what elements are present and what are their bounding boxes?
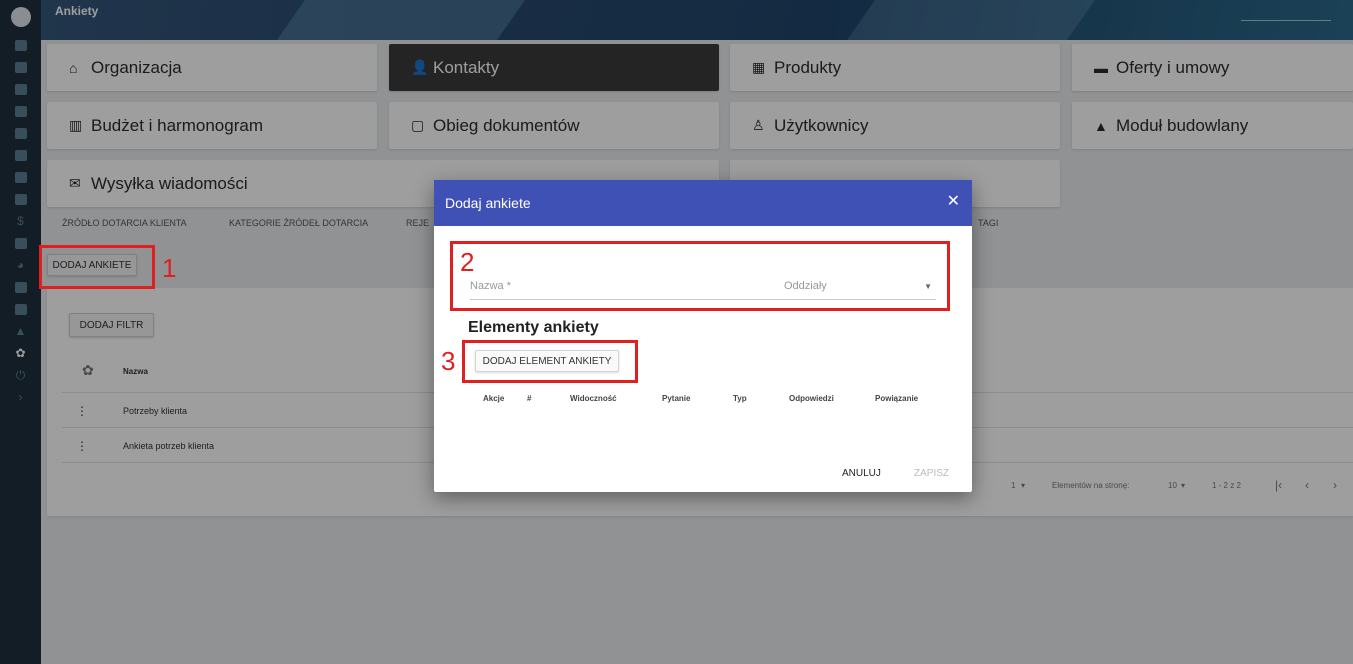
- column-header-question: Pytanie: [662, 394, 691, 403]
- column-header-answers: Odpowiedzi: [789, 394, 834, 403]
- add-survey-dialog: Dodaj ankiete ✕ Nazwa * Oddziały ▼ Eleme…: [434, 180, 972, 492]
- column-header-number: #: [527, 394, 532, 403]
- dialog-title: Dodaj ankiete: [445, 195, 531, 211]
- annotation-number-3: 3: [441, 346, 456, 376]
- annotation-box-1: [39, 245, 155, 289]
- annotation-box-2: [450, 241, 950, 311]
- dialog-header: Dodaj ankiete ✕: [434, 180, 972, 226]
- column-header-type: Typ: [733, 394, 747, 403]
- annotation-box-3: [462, 340, 638, 383]
- column-header-actions: Akcje: [483, 394, 505, 403]
- section-title: Elementy ankiety: [468, 319, 599, 336]
- cancel-button[interactable]: ANULUJ: [842, 468, 881, 479]
- column-header-visibility: Widoczność: [570, 394, 617, 403]
- save-button[interactable]: ZAPISZ: [914, 468, 949, 479]
- close-icon[interactable]: ✕: [947, 194, 960, 210]
- annotation-number-2: 2: [460, 247, 475, 277]
- column-header-relation: Powiązanie: [875, 394, 919, 403]
- annotation-number-1: 1: [162, 253, 177, 283]
